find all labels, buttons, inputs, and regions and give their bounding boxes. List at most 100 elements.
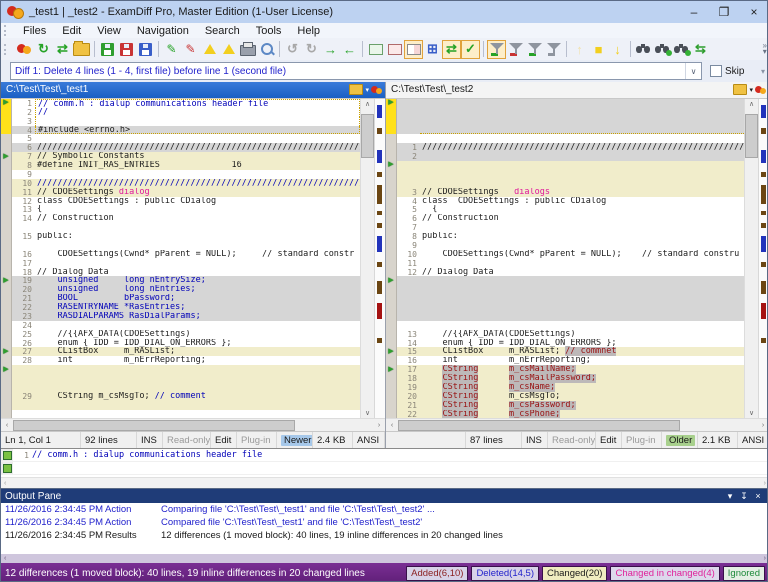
code-line[interactable]: 4#include <errno.h>: [1, 126, 360, 135]
code-text[interactable]: [420, 223, 744, 232]
code-line[interactable]: 22 CString m_csPhone;: [386, 410, 744, 419]
code-line[interactable]: [1, 401, 360, 410]
code-line[interactable]: [1, 410, 360, 419]
open-files-button[interactable]: [72, 40, 91, 59]
code-text[interactable]: //: [35, 108, 360, 117]
code-text[interactable]: [420, 276, 744, 285]
code-line[interactable]: ▶: [1, 365, 360, 374]
right-vertical-scrollbar[interactable]: ∧ ∨: [744, 99, 758, 418]
code-text[interactable]: CListBox m_RASList; // commnet: [420, 347, 744, 356]
diff-marker-icon[interactable]: ▶: [388, 278, 393, 284]
code-text[interactable]: [35, 259, 360, 268]
code-text[interactable]: [420, 259, 744, 268]
code-line[interactable]: 5 {: [386, 205, 744, 214]
code-text[interactable]: {: [35, 205, 360, 214]
code-text[interactable]: [420, 285, 744, 294]
code-line[interactable]: [386, 179, 744, 188]
scroll-down-icon[interactable]: ∨: [745, 407, 758, 418]
diff-marker-icon[interactable]: ▶: [3, 154, 8, 160]
right-horizontal-scrollbar[interactable]: ‹ ›: [386, 418, 768, 431]
menu-tools[interactable]: Tools: [248, 25, 290, 37]
code-text[interactable]: [35, 170, 360, 179]
scroll-left-icon[interactable]: ‹: [386, 420, 398, 431]
code-text[interactable]: [420, 312, 744, 321]
code-line[interactable]: [386, 285, 744, 294]
code-line[interactable]: [386, 117, 744, 126]
code-line[interactable]: 21 BOOL bPassword;: [1, 294, 360, 303]
diff-map-mark[interactable]: [377, 105, 382, 118]
code-line[interactable]: 11// CDOESettings dialog: [1, 188, 360, 197]
code-line[interactable]: 15public:: [1, 232, 360, 241]
code-text[interactable]: [420, 108, 744, 117]
code-line[interactable]: 6///////////////////////////////////////…: [1, 143, 360, 152]
diff-map-mark[interactable]: [761, 211, 766, 216]
code-text[interactable]: class CDOESettings : public CDialog: [420, 197, 744, 206]
compare-icon[interactable]: [371, 85, 383, 95]
scrollbar-thumb[interactable]: [745, 114, 758, 158]
code-line[interactable]: 16 CDOESettings(Cwnd* pParent = NULL); /…: [1, 250, 360, 259]
diff-map-mark[interactable]: [761, 185, 766, 204]
maximize-button[interactable]: ❐: [709, 2, 739, 22]
redo-button[interactable]: ↻: [302, 40, 321, 59]
code-line[interactable]: 8#define INIT_RAS_ENTRIES 16: [1, 161, 360, 170]
chevron-down-icon[interactable]: ▾: [749, 86, 753, 94]
show-first-pane-button[interactable]: [366, 40, 385, 59]
code-text[interactable]: CString m_csMsgTo;: [420, 392, 744, 401]
resync-button[interactable]: ⇆: [691, 40, 710, 59]
code-line[interactable]: [386, 170, 744, 179]
code-text[interactable]: [35, 321, 360, 330]
options-button[interactable]: ✓: [461, 40, 480, 59]
right-code-view[interactable]: ▶1//////////////////////////////////////…: [386, 99, 744, 418]
diff-map-mark[interactable]: [761, 338, 766, 343]
menu-files[interactable]: Files: [15, 25, 54, 37]
code-text[interactable]: [420, 99, 744, 108]
code-text[interactable]: // Construction: [35, 214, 360, 223]
code-line[interactable]: 8public:: [386, 232, 744, 241]
code-text[interactable]: ////////////////////////////////////////…: [35, 143, 360, 152]
show-second-pane-button[interactable]: [385, 40, 404, 59]
code-text[interactable]: RASDIALPARAMS RasDialParams;: [35, 312, 360, 321]
code-line[interactable]: ▶: [386, 276, 744, 285]
code-text[interactable]: class CDOESettings : public CDialog: [35, 197, 360, 206]
code-line[interactable]: [386, 303, 744, 312]
code-line[interactable]: 2//: [1, 108, 360, 117]
diff-map-mark[interactable]: [377, 211, 382, 216]
recompare-button[interactable]: ↻: [34, 40, 53, 59]
code-line[interactable]: 22 RASENTRYNAME *RasEntries;: [1, 303, 360, 312]
swap-panes-button[interactable]: ⇄: [53, 40, 72, 59]
scroll-up-icon[interactable]: ∧: [361, 99, 374, 110]
show-differences-filter-button[interactable]: [487, 40, 506, 59]
menu-help[interactable]: Help: [289, 25, 328, 37]
code-line[interactable]: 18 CString m_csMailPassword;: [386, 374, 744, 383]
code-line[interactable]: 6// Construction: [386, 214, 744, 223]
diff-map-mark[interactable]: [761, 303, 766, 319]
code-text[interactable]: CString m_csMsgTo; // comment: [35, 392, 360, 401]
code-line[interactable]: 26 enum { IDD = IDD_DIAL_ON_ERRORS };: [1, 339, 360, 348]
diff-map-mark[interactable]: [761, 105, 766, 118]
print-button[interactable]: [238, 40, 257, 59]
pin-icon[interactable]: ↧: [737, 491, 751, 502]
close-button[interactable]: ×: [739, 2, 768, 22]
code-line[interactable]: ▶7// Symbolic Constants: [1, 152, 360, 161]
split-view-button[interactable]: [404, 40, 423, 59]
scroll-up-icon[interactable]: ∧: [745, 99, 758, 110]
code-text[interactable]: [420, 117, 744, 126]
diff-map-mark[interactable]: [761, 223, 766, 228]
undo-button[interactable]: ↺: [283, 40, 302, 59]
code-text[interactable]: [420, 179, 744, 188]
hide-deleted-filter-button[interactable]: [506, 40, 525, 59]
diff-map-mark[interactable]: [761, 172, 766, 177]
save-second-file-button[interactable]: [117, 40, 136, 59]
code-line[interactable]: ▶: [386, 161, 744, 170]
print-preview-button[interactable]: [257, 40, 276, 59]
scroll-left-icon[interactable]: ‹: [4, 480, 6, 487]
code-text[interactable]: [420, 134, 744, 143]
toolbar-overflow-button[interactable]: »▾: [763, 43, 767, 55]
code-text[interactable]: // Construction: [420, 214, 744, 223]
chevron-down-icon[interactable]: ▾: [365, 86, 369, 94]
code-line[interactable]: 10//////////////////////////////////////…: [1, 179, 360, 188]
close-icon[interactable]: ×: [751, 491, 765, 501]
left-code-view[interactable]: ▶1// comm.h : dialup communications head…: [1, 99, 360, 418]
scroll-down-icon[interactable]: ∨: [361, 407, 374, 418]
scrollbar-thumb[interactable]: [398, 420, 680, 431]
